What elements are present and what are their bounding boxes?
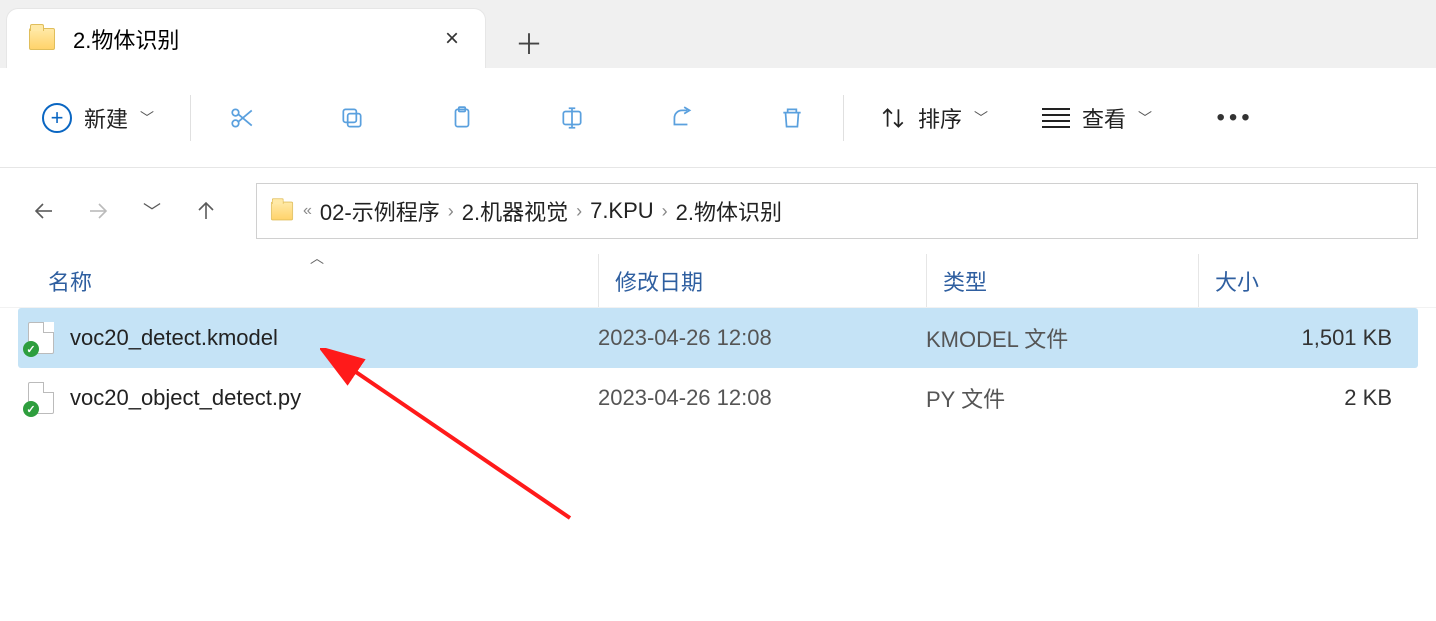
trash-icon bbox=[779, 105, 805, 131]
active-tab[interactable]: 2.物体识别 × bbox=[6, 8, 486, 68]
more-icon: ••• bbox=[1216, 104, 1253, 132]
sort-label: 排序 bbox=[918, 102, 962, 134]
arrow-up-icon bbox=[194, 199, 218, 223]
tab-title: 2.物体识别 bbox=[73, 23, 179, 55]
file-row[interactable]: ✓ voc20_object_detect.py 2023-04-26 12:0… bbox=[0, 368, 1436, 428]
sort-icon bbox=[880, 105, 906, 131]
file-size: 1,501 KB bbox=[1198, 325, 1392, 351]
list-icon bbox=[1042, 108, 1070, 128]
column-header-type[interactable]: 类型 bbox=[926, 254, 1198, 307]
scissors-icon bbox=[229, 105, 255, 131]
paste-button[interactable] bbox=[437, 93, 487, 143]
folder-icon bbox=[271, 202, 293, 221]
new-button[interactable]: + 新建 ﹀ bbox=[32, 93, 164, 143]
rename-button[interactable] bbox=[547, 93, 597, 143]
view-label: 查看 bbox=[1082, 102, 1126, 134]
file-size: 2 KB bbox=[1198, 385, 1392, 411]
arrow-right-icon bbox=[86, 199, 110, 223]
back-button[interactable] bbox=[18, 185, 70, 237]
clipboard-icon bbox=[449, 105, 475, 131]
chevron-right-icon: › bbox=[662, 201, 668, 222]
view-button[interactable]: 查看 ﹀ bbox=[1032, 93, 1162, 143]
separator bbox=[190, 95, 191, 141]
forward-button[interactable] bbox=[72, 185, 124, 237]
column-name-label: 名称 bbox=[48, 265, 92, 297]
chevron-right-icon: › bbox=[448, 201, 454, 222]
file-icon: ✓ bbox=[28, 382, 54, 414]
breadcrumb-item[interactable]: 7.KPU bbox=[590, 198, 654, 224]
new-tab-button[interactable]: ＋ bbox=[504, 18, 554, 68]
file-type: KMODEL 文件 bbox=[926, 322, 1198, 354]
copy-button[interactable] bbox=[327, 93, 377, 143]
column-header-size[interactable]: 大小 bbox=[1198, 254, 1436, 307]
chevron-right-icon: › bbox=[576, 201, 582, 222]
file-type: PY 文件 bbox=[926, 382, 1198, 414]
plus-icon: + bbox=[42, 103, 72, 133]
breadcrumb[interactable]: « 02-示例程序 › 2.机器视觉 › 7.KPU › 2.物体识别 bbox=[256, 183, 1418, 239]
breadcrumb-item[interactable]: 2.机器视觉 bbox=[462, 195, 568, 227]
column-type-label: 类型 bbox=[943, 265, 987, 297]
folder-icon bbox=[29, 28, 55, 50]
breadcrumb-overflow[interactable]: « bbox=[303, 202, 312, 220]
chevron-down-icon: ﹀ bbox=[140, 108, 154, 128]
tab-bar: 2.物体识别 × ＋ bbox=[0, 0, 1436, 68]
breadcrumb-item[interactable]: 2.物体识别 bbox=[676, 195, 782, 227]
file-list: ✓ voc20_detect.kmodel 2023-04-26 12:08 K… bbox=[0, 308, 1436, 428]
more-button[interactable]: ••• bbox=[1210, 93, 1260, 143]
sort-button[interactable]: 排序 ﹀ bbox=[870, 93, 998, 143]
chevron-down-icon: ﹀ bbox=[1138, 108, 1152, 128]
toolbar: + 新建 ﹀ 排序 ﹀ 查看 ﹀ ••• bbox=[0, 68, 1436, 168]
sort-indicator-icon: ︿ bbox=[310, 248, 324, 268]
column-headers: ︿ 名称 修改日期 类型 大小 bbox=[0, 254, 1436, 308]
file-icon: ✓ bbox=[28, 322, 54, 354]
file-date: 2023-04-26 12:08 bbox=[598, 385, 926, 411]
share-button[interactable] bbox=[657, 93, 707, 143]
share-icon bbox=[669, 105, 695, 131]
chevron-down-icon: ﹀ bbox=[974, 108, 988, 128]
file-row[interactable]: ✓ voc20_detect.kmodel 2023-04-26 12:08 K… bbox=[18, 308, 1418, 368]
up-button[interactable] bbox=[180, 185, 232, 237]
delete-button[interactable] bbox=[767, 93, 817, 143]
breadcrumb-item[interactable]: 02-示例程序 bbox=[320, 195, 440, 227]
nav-row: ﹀ « 02-示例程序 › 2.机器视觉 › 7.KPU › 2.物体识别 bbox=[0, 168, 1436, 254]
file-date: 2023-04-26 12:08 bbox=[598, 325, 926, 351]
column-size-label: 大小 bbox=[1215, 265, 1259, 297]
chevron-down-icon: ﹀ bbox=[143, 198, 161, 224]
rename-icon bbox=[559, 105, 585, 131]
column-header-date[interactable]: 修改日期 bbox=[598, 254, 926, 307]
new-label: 新建 bbox=[84, 102, 128, 134]
cut-button[interactable] bbox=[217, 93, 267, 143]
file-name: voc20_object_detect.py bbox=[70, 385, 301, 411]
close-tab-button[interactable]: × bbox=[437, 25, 467, 53]
column-header-name[interactable]: 名称 bbox=[0, 265, 598, 297]
arrow-left-icon bbox=[32, 199, 56, 223]
copy-icon bbox=[339, 105, 365, 131]
file-name: voc20_detect.kmodel bbox=[70, 325, 278, 351]
column-date-label: 修改日期 bbox=[615, 265, 703, 297]
recent-dropdown-button[interactable]: ﹀ bbox=[126, 185, 178, 237]
separator bbox=[843, 95, 844, 141]
